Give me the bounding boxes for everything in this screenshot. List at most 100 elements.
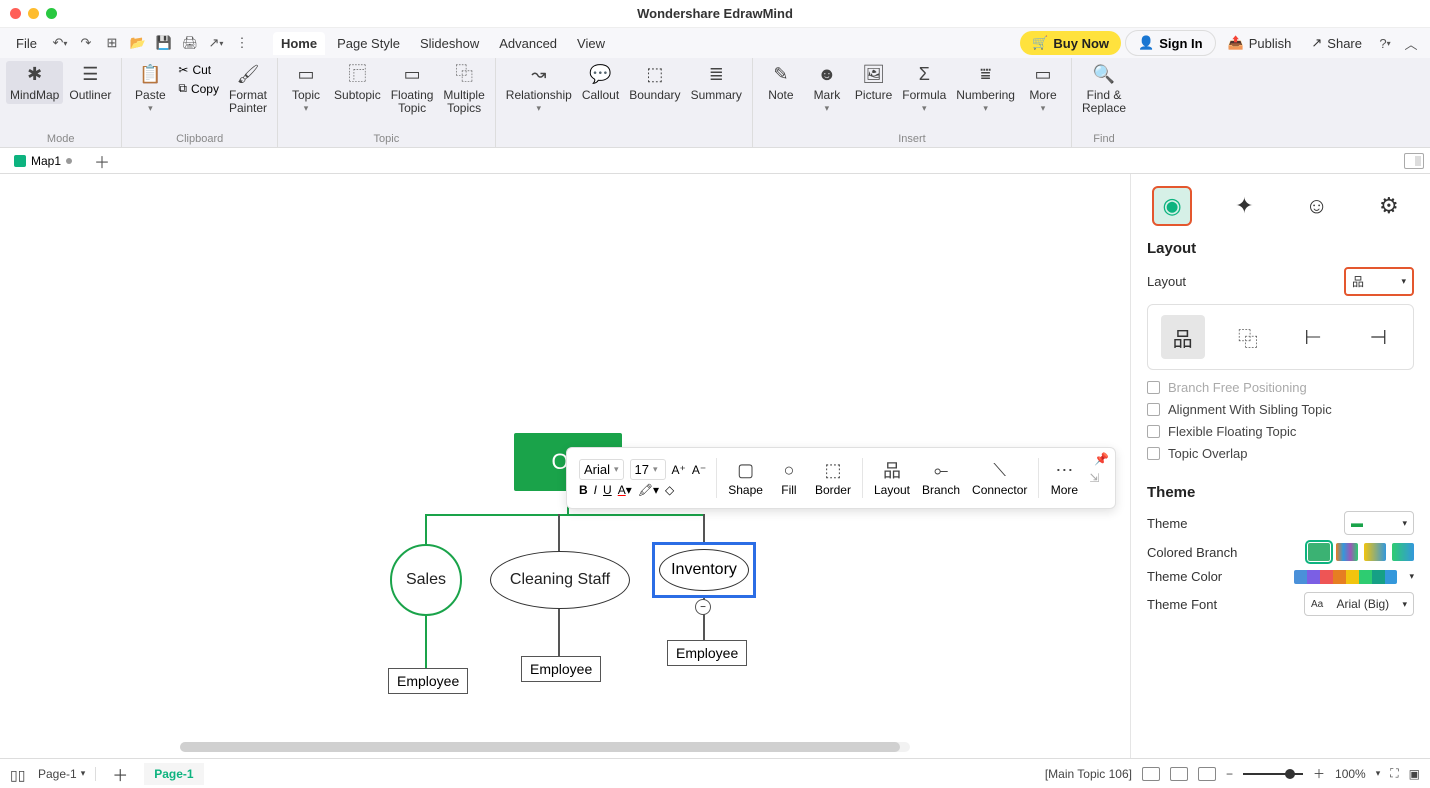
undo-icon[interactable]: ↶▾ xyxy=(49,32,71,54)
zoom-in-button[interactable]: ＋ xyxy=(1313,765,1325,782)
branch-button[interactable]: ⟜Branch xyxy=(917,457,965,499)
collapse-ribbon-icon[interactable]: ︿ xyxy=(1400,32,1422,54)
picture-button[interactable]: 🖼Picture xyxy=(851,61,896,104)
paste-button[interactable]: 📋 Paste ▾ xyxy=(128,61,172,116)
collapse-node-button[interactable]: − xyxy=(695,599,711,615)
font-color-button[interactable]: A▾ xyxy=(618,483,632,497)
align-sibling-checkbox[interactable]: Alignment With Sibling Topic xyxy=(1147,402,1414,417)
flex-float-checkbox[interactable]: Flexible Floating Topic xyxy=(1147,424,1414,439)
view-mode-1-icon[interactable] xyxy=(1142,767,1160,781)
tab-view[interactable]: View xyxy=(569,32,613,55)
font-increase-button[interactable]: A⁺ xyxy=(672,463,686,477)
node-inventory[interactable]: Inventory xyxy=(652,542,756,598)
cut-button[interactable]: ✂Cut xyxy=(174,61,223,79)
close-window-icon[interactable] xyxy=(10,8,21,19)
mindmap-button[interactable]: ✱ MindMap xyxy=(6,61,63,104)
ai-panel-tab[interactable]: ✦ xyxy=(1224,186,1264,226)
cb-swatch-4[interactable] xyxy=(1392,543,1414,561)
zoom-out-button[interactable]: − xyxy=(1226,767,1233,781)
save-icon[interactable]: 💾 xyxy=(153,32,175,54)
view-mode-2-icon[interactable] xyxy=(1170,767,1188,781)
focus-mode-icon[interactable]: ▣ xyxy=(1409,767,1420,781)
node-cleaning[interactable]: Cleaning Staff xyxy=(490,551,630,609)
border-button[interactable]: ⬚Border xyxy=(810,457,856,499)
add-doc-tab-button[interactable]: ＋ xyxy=(88,149,116,173)
layout-opt-1[interactable]: 品 xyxy=(1161,315,1205,359)
chevron-down-icon[interactable]: ▾ xyxy=(1409,571,1414,582)
underline-button[interactable]: U xyxy=(603,483,612,497)
layout-opt-4[interactable]: ⊣ xyxy=(1356,315,1400,359)
outliner-button[interactable]: ☰ Outliner xyxy=(65,61,115,104)
node-employee-1[interactable]: Employee xyxy=(388,668,468,694)
canvas[interactable]: Ow Sales Cleaning Staff Inventory − Empl… xyxy=(0,174,1130,758)
font-decrease-button[interactable]: A⁻ xyxy=(692,463,706,477)
copy-button[interactable]: ⧉Copy xyxy=(174,79,223,98)
new-icon[interactable]: ⊞ xyxy=(101,32,123,54)
view-mode-3-icon[interactable] xyxy=(1198,767,1216,781)
font-select[interactable]: Arial▾ xyxy=(579,459,624,480)
theme-color-select[interactable] xyxy=(1294,570,1397,584)
note-button[interactable]: ✎Note xyxy=(759,61,803,104)
horizontal-scrollbar[interactable] xyxy=(180,742,910,752)
formula-button[interactable]: ΣFormula▾ xyxy=(898,61,950,116)
fill-button[interactable]: ○Fill xyxy=(770,457,808,499)
summary-button[interactable]: ≣Summary xyxy=(687,61,746,104)
bold-button[interactable]: B xyxy=(579,483,588,497)
page-tab[interactable]: Page-1 xyxy=(144,763,203,785)
panel-toggle-button[interactable] xyxy=(1404,153,1424,169)
node-sales[interactable]: Sales xyxy=(390,544,462,616)
redo-icon[interactable]: ↷ xyxy=(75,32,97,54)
more-insert-button[interactable]: ▭More▾ xyxy=(1021,61,1065,116)
settings-panel-tab[interactable]: ⚙ xyxy=(1369,186,1409,226)
cb-swatch-3[interactable] xyxy=(1364,543,1386,561)
pin-icon[interactable]: 📌 xyxy=(1094,452,1109,466)
node-employee-2[interactable]: Employee xyxy=(521,656,601,682)
publish-button[interactable]: 📤 Publish xyxy=(1220,31,1300,55)
tab-advanced[interactable]: Advanced xyxy=(491,32,565,55)
zoom-slider[interactable] xyxy=(1243,773,1303,775)
open-icon[interactable]: 📂 xyxy=(127,32,149,54)
tab-home[interactable]: Home xyxy=(273,32,325,55)
topic-button[interactable]: ▭Topic▾ xyxy=(284,61,328,116)
layout-button[interactable]: 品Layout xyxy=(869,457,915,499)
callout-button[interactable]: 💬Callout xyxy=(578,61,623,104)
highlight-button[interactable]: 🖍▾ xyxy=(638,483,659,497)
multiple-topics-button[interactable]: ⿻Multiple Topics xyxy=(439,61,488,117)
layout-select[interactable]: 品▾ xyxy=(1344,267,1414,296)
share-button[interactable]: ↗ Share xyxy=(1303,31,1370,55)
mark-button[interactable]: ☻Mark▾ xyxy=(805,61,849,116)
zoom-slider-thumb[interactable] xyxy=(1285,769,1295,779)
add-page-button[interactable]: ＋ xyxy=(106,762,134,786)
buy-now-button[interactable]: 🛒 Buy Now xyxy=(1020,31,1121,55)
find-replace-button[interactable]: 🔍Find & Replace xyxy=(1078,61,1130,117)
layout-panel-tab[interactable]: ◉ xyxy=(1152,186,1192,226)
print-icon[interactable]: 🖨 xyxy=(179,32,201,54)
shape-button[interactable]: ▢Shape xyxy=(723,457,768,499)
subtopic-button[interactable]: ⿸Subtopic xyxy=(330,61,385,104)
floating-topic-button[interactable]: ▭Floating Topic xyxy=(387,61,438,117)
maximize-window-icon[interactable] xyxy=(46,8,57,19)
node-employee-3[interactable]: Employee xyxy=(667,640,747,666)
export-icon[interactable]: ↗▾ xyxy=(205,32,227,54)
font-size-select[interactable]: 17▾ xyxy=(630,459,666,480)
fullscreen-icon[interactable]: ⛶ xyxy=(1390,766,1398,781)
more-format-button[interactable]: ⋯More xyxy=(1045,457,1083,499)
topic-overlap-checkbox[interactable]: Topic Overlap xyxy=(1147,446,1414,461)
doc-tab-map1[interactable]: Map1 xyxy=(6,151,80,171)
boundary-button[interactable]: ⬚Boundary xyxy=(625,61,684,104)
layout-opt-3[interactable]: ⊢ xyxy=(1291,315,1335,359)
minimize-window-icon[interactable] xyxy=(28,8,39,19)
expand-icon[interactable]: ⇲ xyxy=(1089,471,1099,485)
customize-qat-icon[interactable]: ⋮ xyxy=(231,32,253,54)
numbering-button[interactable]: ⩸Numbering▾ xyxy=(952,61,1019,116)
help-icon[interactable]: ?▾ xyxy=(1374,32,1396,54)
layout-opt-2[interactable]: ⿻ xyxy=(1226,315,1270,359)
page-select[interactable]: Page-1 ▾ xyxy=(38,767,96,781)
theme-select[interactable]: ▬▾ xyxy=(1344,511,1414,535)
tab-page-style[interactable]: Page Style xyxy=(329,32,408,55)
emoji-panel-tab[interactable]: ☺ xyxy=(1297,186,1337,226)
connector-button[interactable]: ⟍Connector xyxy=(967,457,1032,499)
tab-slideshow[interactable]: Slideshow xyxy=(412,32,487,55)
scrollbar-thumb[interactable] xyxy=(180,742,900,752)
cb-swatch-1[interactable] xyxy=(1308,543,1330,561)
